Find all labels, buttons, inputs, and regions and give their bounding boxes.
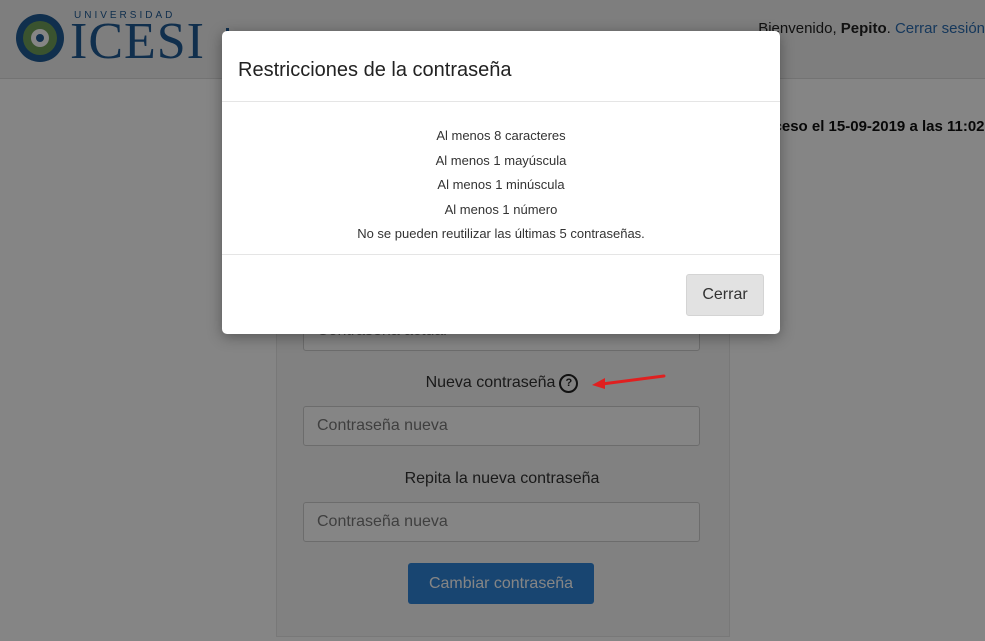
- rule-item: Al menos 8 caracteres: [436, 128, 566, 143]
- modal-title: Restricciones de la contraseña: [238, 59, 512, 81]
- password-restrictions-modal: Restricciones de la contraseña Al menos …: [222, 31, 780, 334]
- modal-header: Restricciones de la contraseña: [222, 31, 780, 102]
- rule-item: Al menos 1 mayúscula: [435, 152, 567, 168]
- rule-item: Al menos 1 minúscula: [437, 177, 565, 192]
- page: UNIVERSIDAD ICESI Bienvenido, Pepito. Ce…: [0, 0, 985, 641]
- rules-list: Al menos 8 caracteres Al menos 1 mayúscu…: [222, 124, 780, 247]
- rule-item: No se pueden reutilizar las últimas 5 co…: [357, 226, 645, 241]
- red-arrow-icon: [592, 374, 666, 389]
- close-button[interactable]: Cerrar: [686, 274, 764, 316]
- modal-body: Al menos 8 caracteres Al menos 1 mayúscu…: [222, 102, 780, 255]
- rule-item: Al menos 1 número: [444, 201, 558, 217]
